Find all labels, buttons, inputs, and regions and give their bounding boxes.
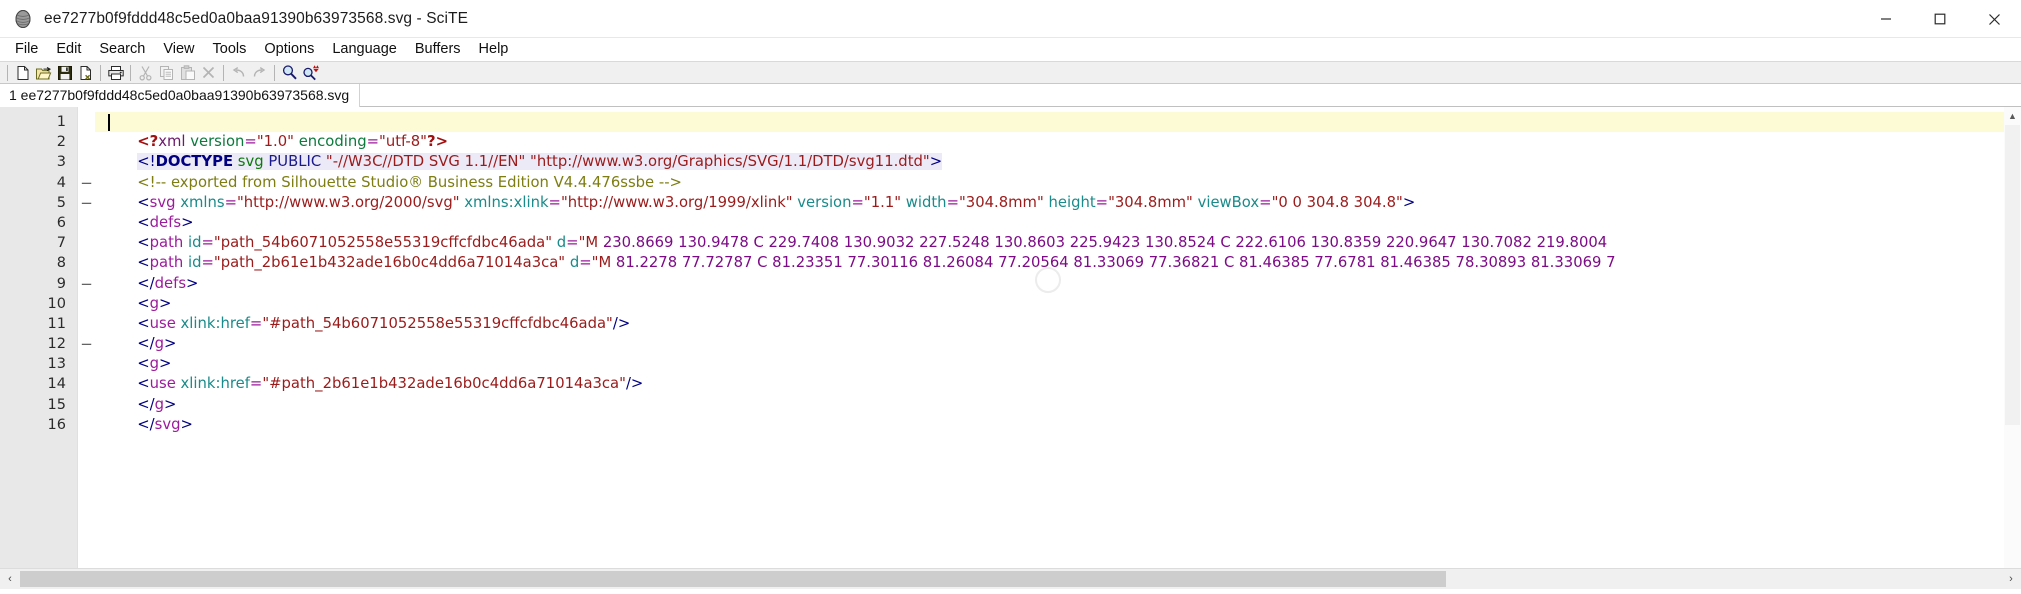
paste-icon[interactable] [177,63,198,83]
menu-options[interactable]: Options [255,40,323,59]
menu-file[interactable]: File [6,40,47,59]
code-line-12[interactable]: <g> [95,334,2021,372]
fold-marker-slot[interactable] [78,314,95,334]
code-line-14[interactable]: </g> [95,374,2021,413]
loading-spinner-icon [1035,267,1061,293]
fold-marker-slot[interactable] [78,253,95,273]
fold-marker-slot[interactable] [78,374,95,394]
close-button[interactable] [1967,0,2021,38]
window-titlebar: ee7277b0f9fddd48c5ed0a0baa91390b63973568… [0,0,2021,38]
fold-marker-slot[interactable] [78,213,95,233]
line-number: 11 [47,315,66,332]
toolbar [0,62,2021,84]
cut-icon[interactable] [135,63,156,83]
scite-icon [13,9,33,29]
horizontal-scrollbar[interactable]: ‹ › [0,568,2021,589]
line-number: 15 [47,396,66,413]
vertical-scrollbar[interactable]: ▲ [2004,107,2021,568]
window-controls [1859,0,2021,38]
new-file-icon[interactable] [12,63,33,83]
buffer-tabbar: 1 ee7277b0f9fddd48c5ed0a0baa91390b639735… [0,83,2021,107]
line-number: 8 [56,255,66,272]
save-icon[interactable] [54,63,75,83]
toolbar-separator [130,64,131,81]
code-line-13[interactable]: <use xlink:href="#path_2b61e1b432ade16b0… [95,354,2021,392]
toolbar-separator [274,64,275,81]
code-line-16[interactable] [95,415,2021,435]
menubar: File Edit Search View Tools Options Lang… [0,38,2021,62]
toolbar-separator [7,64,8,81]
find-icon[interactable] [279,63,300,83]
fold-marker-slot[interactable] [78,395,95,415]
line-number: 9 [56,275,66,292]
line-number: 6 [56,214,66,231]
menu-buffers[interactable]: Buffers [406,40,470,59]
fold-marker-slot[interactable] [78,112,95,132]
scroll-up-arrow-icon[interactable]: ▲ [2004,107,2021,124]
scroll-right-arrow-icon[interactable]: › [2001,569,2021,589]
line-number: 12 [47,336,66,353]
editor-area: 1 2 3 4 5 6 7 8 9 10 11 12 13 14 15 16 −… [0,107,2021,568]
line-number: 10 [47,295,66,312]
code-line-2[interactable]: <!DOCTYPE svg PUBLIC "-//W3C//DTD SVG 1.… [95,132,2021,171]
line-number: 14 [47,376,66,393]
code-line-5[interactable]: <defs> [95,193,2021,231]
fold-marker-line-9[interactable]: − [78,274,95,294]
fold-marker-slot[interactable] [78,233,95,253]
menu-edit[interactable]: Edit [47,40,90,59]
line-number: 1 [56,114,66,130]
code-line-6[interactable]: <path id="path_54b6071052558e55319cffcfd… [95,213,2021,251]
toolbar-separator [223,64,224,81]
code-text-area[interactable]: <?xml version="1.0" encoding="utf-8"?> <… [95,107,2021,568]
fold-marker-slot[interactable] [78,152,95,172]
undo-icon[interactable] [228,63,249,83]
text-caret [108,114,110,131]
open-file-icon[interactable] [33,63,54,83]
fold-marker-slot[interactable] [78,294,95,314]
tab-buffer-1[interactable]: 1 ee7277b0f9fddd48c5ed0a0baa91390b639735… [0,83,361,107]
fold-marker-slot[interactable] [78,415,95,435]
replace-icon[interactable] [300,63,321,83]
menu-tools[interactable]: Tools [204,40,256,59]
maximize-button[interactable] [1913,0,1967,38]
code-line-11[interactable]: </g> [95,314,2021,352]
code-line-3[interactable]: <!-- exported from Silhouette Studio® Bu… [95,152,2021,191]
code-line-15[interactable]: </svg> [95,395,2021,433]
print-icon[interactable] [105,63,126,83]
line-number: 4 [56,174,66,191]
fold-marker-line-4[interactable]: − [78,173,95,193]
line-number: 2 [56,134,66,151]
fold-margin: − − − − [78,107,95,568]
close-file-icon[interactable] [75,63,96,83]
scroll-left-arrow-icon[interactable]: ‹ [0,569,20,589]
menu-view[interactable]: View [154,40,203,59]
horizontal-scroll-thumb[interactable] [20,571,1447,587]
line-number: 7 [56,235,66,252]
line-number: 3 [56,154,66,171]
code-line-8[interactable]: </defs> [95,253,2021,292]
toolbar-separator [100,64,101,81]
vertical-scroll-thumb[interactable] [2005,125,2020,425]
menu-search[interactable]: Search [90,40,154,59]
line-number-gutter: 1 2 3 4 5 6 7 8 9 10 11 12 13 14 15 16 [0,107,78,568]
copy-icon[interactable] [156,63,177,83]
line-number: 16 [47,416,66,433]
window-title: ee7277b0f9fddd48c5ed0a0baa91390b63973568… [44,9,469,27]
delete-icon[interactable] [198,63,219,83]
fold-marker-slot[interactable] [78,354,95,374]
horizontal-scroll-track[interactable] [20,569,2001,589]
code-line-7[interactable]: <path id="path_2b61e1b432ade16b0c4dd6a71… [95,233,2021,271]
fold-marker-line-12[interactable]: − [78,334,95,354]
code-line-1[interactable]: <?xml version="1.0" encoding="utf-8"?> [95,112,2021,150]
line-number: 13 [47,356,66,373]
code-line-4[interactable]: <svg xmlns="http://www.w3.org/2000/svg" … [95,173,2021,211]
fold-marker-slot[interactable] [78,132,95,152]
fold-marker-line-5[interactable]: − [78,193,95,213]
menu-language[interactable]: Language [323,40,406,59]
minimize-button[interactable] [1859,0,1913,38]
code-line-10[interactable]: <use xlink:href="#path_54b6071052558e553… [95,294,2021,332]
menu-help[interactable]: Help [470,40,518,59]
redo-icon[interactable] [249,63,270,83]
line-number: 5 [56,194,66,211]
